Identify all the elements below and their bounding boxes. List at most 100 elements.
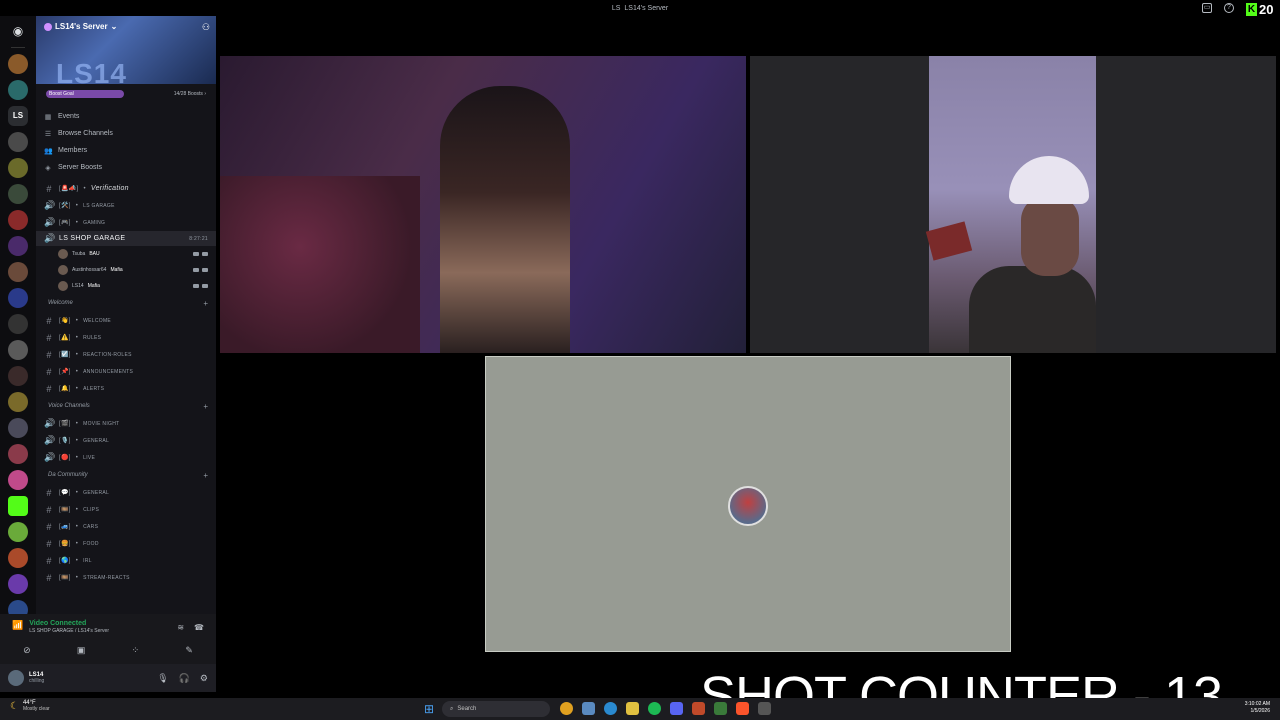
noise-suppression-icon[interactable]: ≋ xyxy=(177,623,184,632)
channel-clips[interactable]: # [🎞️] • CLIPS xyxy=(36,501,216,518)
task-view-icon[interactable] xyxy=(582,702,595,715)
activities-icon[interactable]: ⁘ xyxy=(132,645,140,656)
channel-ls-garage[interactable]: 🔊 [🛠️] • LS GARAGE xyxy=(36,197,216,214)
channel-gaming[interactable]: 🔊 [🎮] • GAMING xyxy=(36,214,216,231)
camera-off-icon[interactable]: ⊘ xyxy=(23,645,31,656)
headphones-icon[interactable]: 🎧 xyxy=(179,673,190,684)
help-icon[interactable]: ? xyxy=(1224,3,1234,13)
voice-user[interactable]: Austinhossar64 Mafia xyxy=(36,262,216,278)
invite-people-icon[interactable]: ⚇ xyxy=(202,22,210,33)
nav-item-members[interactable]: 👥 Members xyxy=(44,142,208,159)
chrome-icon[interactable] xyxy=(560,702,573,715)
server-icon[interactable] xyxy=(8,80,28,100)
server-icon[interactable] xyxy=(8,288,28,308)
windows-start-icon[interactable]: ⊞ xyxy=(424,702,434,716)
server-icon[interactable] xyxy=(8,574,28,594)
bullet-icon: • xyxy=(75,420,79,427)
screen-share-icon[interactable]: ▣ xyxy=(77,645,86,656)
system-clock[interactable]: 3:10:02 AM 1/5/2026 xyxy=(1245,701,1270,715)
server-icon-active[interactable]: LS xyxy=(8,106,28,126)
server-icon[interactable] xyxy=(8,54,28,74)
channel-irl[interactable]: # [🌎] • IRL xyxy=(36,552,216,569)
taskbar-search[interactable]: ⌕ Search xyxy=(442,701,550,717)
channel-general[interactable]: 🔊 [🎙️] • GENERAL xyxy=(36,432,216,449)
voice-status[interactable]: Video Connected xyxy=(29,620,109,627)
signal-icon[interactable]: 📶 xyxy=(12,620,23,634)
voice-location[interactable]: LS SHOP GARAGE / LS14's Server xyxy=(29,628,109,634)
server-banner[interactable]: LS14's Server ⌄ ⚇ LS14 xyxy=(36,16,216,89)
voice-user[interactable]: Tsuba BAU xyxy=(36,246,216,262)
channel-name: CLIPS xyxy=(83,506,100,513)
server-icon[interactable] xyxy=(8,132,28,152)
channel-movie-night[interactable]: 🔊 [🎬] • MOVIE NIGHT xyxy=(36,415,216,432)
avatar[interactable] xyxy=(8,670,24,686)
active-voice-channel[interactable]: 🔊 LS SHOP GARAGE 8:27:21 xyxy=(36,231,216,246)
channel-emoji: [🍔] xyxy=(59,541,71,547)
weather-widget[interactable]: ☾ 44°F Mostly clear xyxy=(10,700,50,712)
voice-user[interactable]: LS14 Mafia xyxy=(36,278,216,294)
disconnect-icon[interactable]: ☎ xyxy=(194,623,204,632)
file-explorer-icon[interactable] xyxy=(626,702,639,715)
avatar[interactable] xyxy=(728,486,768,526)
category-voice-channels[interactable]: Voice Channels + xyxy=(36,397,216,415)
app-icon[interactable] xyxy=(758,702,771,715)
channel-verification[interactable]: # [🚨📣] • Verification xyxy=(36,180,216,197)
server-icon[interactable] xyxy=(8,158,28,178)
hash-icon: # xyxy=(46,487,52,498)
channel-general[interactable]: # [💬] • GENERAL xyxy=(36,484,216,501)
video-icon xyxy=(193,252,199,256)
server-icon[interactable] xyxy=(8,366,28,386)
server-icon[interactable] xyxy=(8,340,28,360)
channel-live[interactable]: 🔊 [🔴] • LIVE xyxy=(36,449,216,466)
server-icon[interactable] xyxy=(8,210,28,230)
channel-stream-reacts[interactable]: # [🎞️] • STREAM-REACTS xyxy=(36,569,216,586)
discord-home-icon[interactable]: ◉ xyxy=(8,21,28,41)
channel-rules[interactable]: # [⚠️] • RULES xyxy=(36,329,216,346)
settings-gear-icon[interactable]: ⚙ xyxy=(200,673,208,684)
server-icon[interactable] xyxy=(8,522,28,542)
nav-item-browse-channels[interactable]: ☰ Browse Channels xyxy=(44,125,208,142)
nav-item-events[interactable]: ▦ Events xyxy=(44,108,208,125)
inbox-icon[interactable]: ▭ xyxy=(1202,3,1212,13)
spotify-icon[interactable] xyxy=(648,702,661,715)
add-channel-icon[interactable]: + xyxy=(203,402,208,411)
server-icon[interactable] xyxy=(8,470,28,490)
add-channel-icon[interactable]: + xyxy=(203,299,208,308)
channel-cars[interactable]: # [🚙] • CARS xyxy=(36,518,216,535)
channel-announcements[interactable]: # [📌] • ANNOUNCEMENTS xyxy=(36,363,216,380)
add-channel-icon[interactable]: + xyxy=(203,471,208,480)
edge-icon[interactable] xyxy=(604,702,617,715)
kick-server-icon[interactable] xyxy=(8,496,28,516)
server-icon[interactable] xyxy=(8,236,28,256)
video-tile-3[interactable] xyxy=(485,356,1011,652)
server-icon[interactable] xyxy=(8,548,28,568)
category-welcome[interactable]: Welcome + xyxy=(36,294,216,312)
channel-emoji: [🎙️] xyxy=(59,438,71,444)
channel-reaction-roles[interactable]: # [☑️] • REACTION-ROLES xyxy=(36,346,216,363)
app-icon[interactable] xyxy=(714,702,727,715)
server-icon[interactable] xyxy=(8,392,28,412)
active-voice-left: 🔊 LS SHOP GARAGE xyxy=(44,233,125,244)
channel-welcome[interactable]: # [👋] • WELCOME xyxy=(36,312,216,329)
video-tile-2[interactable] xyxy=(750,56,1276,353)
category-da-community[interactable]: Da Community + xyxy=(36,466,216,484)
channel-alerts[interactable]: # [🔔] • ALERTS xyxy=(36,380,216,397)
app-icon[interactable] xyxy=(692,702,705,715)
soundboard-icon[interactable]: ✎ xyxy=(185,645,193,656)
nav-item-server-boosts[interactable]: ◈ Server Boosts xyxy=(44,159,208,176)
server-name[interactable]: LS14's Server ⌄ xyxy=(44,22,117,31)
server-icon[interactable] xyxy=(8,184,28,204)
server-icon[interactable] xyxy=(8,418,28,438)
brave-icon[interactable] xyxy=(736,702,749,715)
microphone-icon[interactable]: 🎙 xyxy=(157,673,168,684)
video-tile-1[interactable] xyxy=(220,56,746,353)
channel-food[interactable]: # [🍔] • FOOD xyxy=(36,535,216,552)
voice-user-info: LS14 Mafia xyxy=(58,281,100,291)
user-info[interactable]: LS14 chilling xyxy=(8,670,44,686)
banner-art-text: LS14 xyxy=(56,58,127,89)
server-icon[interactable] xyxy=(8,314,28,334)
discord-icon[interactable] xyxy=(670,702,683,715)
server-icon[interactable] xyxy=(8,262,28,282)
bullet-icon: • xyxy=(75,574,79,581)
server-icon[interactable] xyxy=(8,444,28,464)
